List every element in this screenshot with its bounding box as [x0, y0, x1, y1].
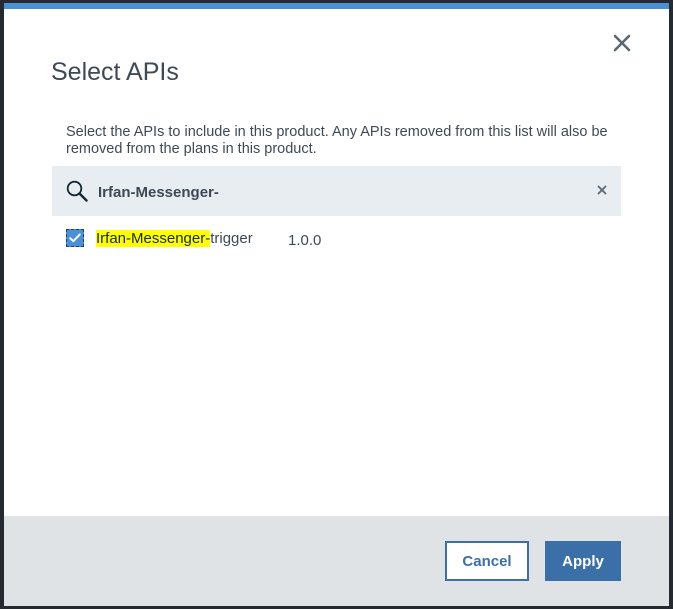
dialog-description: Select the APIs to include in this produ… [66, 124, 608, 157]
api-name-remainder: trigger [210, 230, 253, 247]
dialog-title: Select APIs [51, 58, 179, 86]
select-apis-dialog: Select APIs Select the APIs to include i… [4, 3, 669, 606]
api-version: 1.0.0 [288, 232, 322, 249]
search-icon [66, 180, 88, 202]
api-name: Irfan-Messenger-trigger [96, 230, 253, 247]
search-bar [52, 166, 621, 216]
checkmark-icon [69, 233, 81, 243]
api-name-match-highlight: Irfan-Messenger- [96, 230, 211, 247]
cancel-button[interactable]: Cancel [445, 541, 529, 581]
close-button[interactable] [610, 31, 634, 55]
top-accent-bar [4, 3, 669, 9]
dialog-footer: Cancel Apply [4, 516, 669, 606]
clear-search-button[interactable] [595, 183, 609, 197]
api-list-item: Irfan-Messenger-trigger 1.0.0 [66, 227, 466, 251]
clear-icon [597, 185, 607, 195]
api-checkbox[interactable] [66, 229, 84, 247]
close-icon [613, 34, 631, 52]
apply-button[interactable]: Apply [545, 541, 621, 581]
search-input[interactable] [98, 184, 578, 201]
